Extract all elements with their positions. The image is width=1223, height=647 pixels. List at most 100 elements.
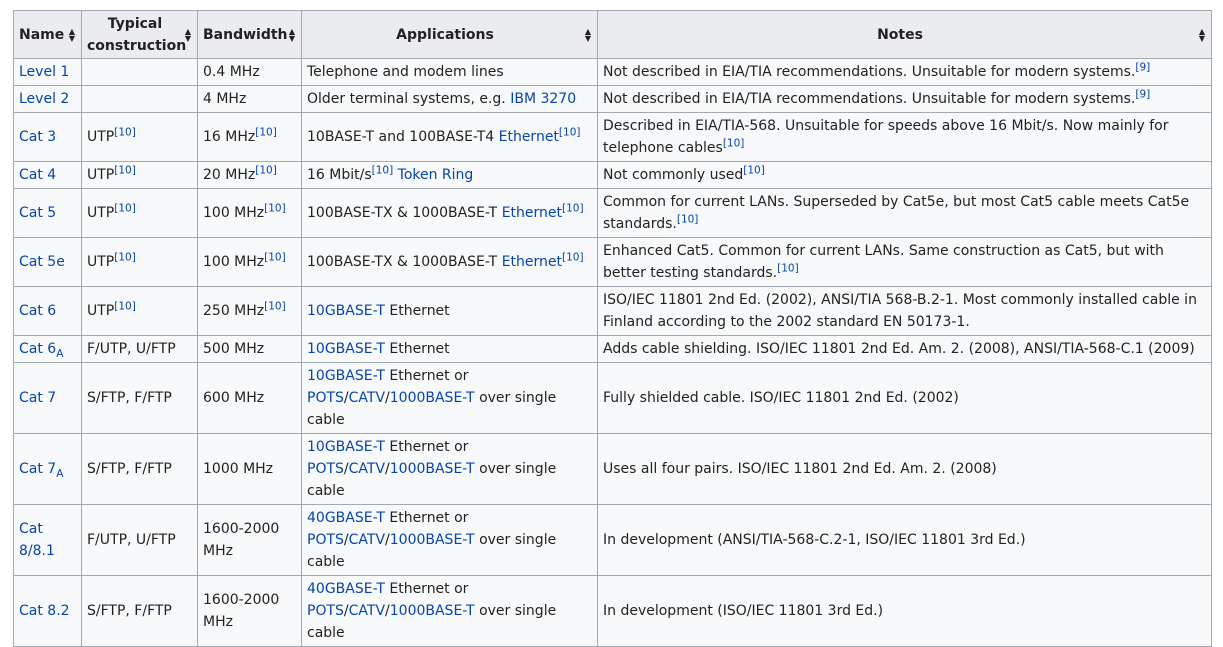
column-header-bandwidth[interactable]: Bandwidth ▲ ▼: [197, 10, 302, 59]
cell-link[interactable]: 1000BASE-T: [390, 603, 475, 619]
sort-arrows-icon[interactable]: ▲ ▼: [1199, 27, 1205, 42]
sort-arrows-icon[interactable]: ▲ ▼: [289, 27, 295, 42]
citation[interactable]: [10]: [372, 164, 394, 176]
cell-link[interactable]: Cat 6: [19, 341, 56, 357]
sort-arrows-icon[interactable]: ▲ ▼: [185, 27, 191, 42]
citation-link[interactable]: [9]: [1135, 88, 1150, 100]
citation-link[interactable]: [10]: [777, 262, 799, 274]
citation[interactable]: [10]: [723, 137, 745, 149]
citation[interactable]: [10]: [677, 213, 699, 225]
cell-link[interactable]: Cat 5: [19, 205, 56, 221]
cell-link[interactable]: 40GBASE-T: [307, 510, 385, 526]
citation[interactable]: [10]: [114, 126, 136, 138]
citation[interactable]: [9]: [1135, 88, 1150, 100]
citation-link[interactable]: [10]: [264, 251, 286, 263]
citation[interactable]: [10]: [264, 251, 286, 263]
cell-notes: In development (ANSI/TIA-568-C.2-1, ISO/…: [597, 504, 1212, 576]
citation[interactable]: [10]: [264, 300, 286, 312]
cell-link[interactable]: Cat 6: [19, 303, 56, 319]
citation-link[interactable]: [10]: [114, 251, 136, 263]
cell-link[interactable]: 1000BASE-T: [390, 532, 475, 548]
cell-link[interactable]: Level 2: [19, 91, 69, 107]
cell-link[interactable]: 1000BASE-T: [390, 390, 475, 406]
cell-link[interactable]: 10GBASE-T: [307, 341, 385, 357]
cell-applications: 10GBASE-T Ethernet: [301, 286, 598, 336]
cell-applications: Telephone and modem lines: [301, 58, 598, 86]
citation-link[interactable]: [10]: [562, 251, 584, 263]
cell-text: 1600-2000 MHz: [203, 521, 280, 559]
cell-link[interactable]: CATV: [349, 603, 385, 619]
cell-link[interactable]: Ethernet: [502, 205, 562, 221]
citation[interactable]: [10]: [255, 126, 277, 138]
citation[interactable]: [10]: [562, 202, 584, 214]
citation[interactable]: [10]: [562, 251, 584, 263]
cell-link[interactable]: 1000BASE-T: [390, 461, 475, 477]
cell-link[interactable]: 40GBASE-T: [307, 581, 385, 597]
cell-link[interactable]: A: [56, 468, 63, 480]
citation-link[interactable]: [10]: [114, 300, 136, 312]
citation[interactable]: [10]: [777, 262, 799, 274]
citation-link[interactable]: [10]: [723, 137, 745, 149]
cell-link[interactable]: 10GBASE-T: [307, 303, 385, 319]
cell-link[interactable]: Cat 8.2: [19, 603, 70, 619]
cell-link[interactable]: Cat 7: [19, 390, 56, 406]
cell-notes: ISO/IEC 11801 2nd Ed. (2002), ANSI/TIA 5…: [597, 286, 1212, 336]
cell-link[interactable]: Token Ring: [398, 167, 474, 183]
cell-link[interactable]: CATV: [349, 390, 385, 406]
cell-link[interactable]: Ethernet: [499, 129, 559, 145]
cell-link[interactable]: CATV: [349, 532, 385, 548]
citation[interactable]: [10]: [114, 251, 136, 263]
column-header-name[interactable]: Name ▲ ▼: [13, 10, 82, 59]
citation[interactable]: [10]: [255, 164, 277, 176]
citation-link[interactable]: [10]: [677, 213, 699, 225]
citation[interactable]: [10]: [743, 164, 765, 176]
cell-link[interactable]: IBM 3270: [510, 91, 576, 107]
citation-link[interactable]: [9]: [1135, 61, 1150, 73]
citation-link[interactable]: [10]: [114, 164, 136, 176]
citation-link[interactable]: [10]: [743, 164, 765, 176]
cell-text: 100BASE-TX & 1000BASE-T: [307, 254, 502, 270]
citation[interactable]: [10]: [264, 202, 286, 214]
cell-link[interactable]: Cat 8/8.1: [19, 521, 55, 559]
citation-link[interactable]: [10]: [264, 202, 286, 214]
citation-link[interactable]: [10]: [114, 202, 136, 214]
cell-link[interactable]: 10GBASE-T: [307, 368, 385, 384]
table-row: Cat 5 UTP[10] 100 MHz[10] 100BASE-TX & 1000…: [13, 188, 1212, 238]
citation[interactable]: [10]: [114, 164, 136, 176]
citation-link[interactable]: [10]: [562, 202, 584, 214]
cell-link[interactable]: POTS: [307, 532, 344, 548]
cell-link[interactable]: POTS: [307, 603, 344, 619]
citation-link[interactable]: [10]: [264, 300, 286, 312]
subscript[interactable]: A: [56, 468, 63, 480]
citation[interactable]: [9]: [1135, 61, 1150, 73]
column-header-notes[interactable]: Notes ▲ ▼: [597, 10, 1212, 59]
citation[interactable]: [10]: [114, 300, 136, 312]
cell-text: Ethernet: [384, 341, 450, 357]
column-header-construction[interactable]: Typical construction ▲ ▼: [81, 10, 198, 59]
cell-link[interactable]: Cat 3: [19, 129, 56, 145]
cell-link[interactable]: CATV: [349, 461, 385, 477]
cell-link[interactable]: Level 1: [19, 64, 69, 80]
citation-link[interactable]: [10]: [372, 164, 394, 176]
column-header-applications[interactable]: Applications ▲ ▼: [301, 10, 598, 59]
cell-construction: UTP[10]: [81, 161, 198, 189]
cell-link[interactable]: POTS: [307, 461, 344, 477]
citation-link[interactable]: [10]: [114, 126, 136, 138]
sort-arrows-icon[interactable]: ▲ ▼: [585, 27, 591, 42]
cell-link[interactable]: Cat 7: [19, 461, 56, 477]
cell-link[interactable]: Cat 4: [19, 167, 56, 183]
subscript[interactable]: A: [56, 348, 63, 360]
cell-bandwidth: 4 MHz: [197, 85, 302, 113]
citation[interactable]: [10]: [114, 202, 136, 214]
sort-arrows-icon[interactable]: ▲ ▼: [69, 27, 75, 42]
cell-link[interactable]: POTS: [307, 390, 344, 406]
cell-text: 100 MHz: [203, 254, 265, 270]
cell-link[interactable]: Ethernet: [502, 254, 562, 270]
citation-link[interactable]: [10]: [255, 164, 277, 176]
citation-link[interactable]: [10]: [559, 126, 581, 138]
citation[interactable]: [10]: [559, 126, 581, 138]
cell-link[interactable]: Cat 5e: [19, 254, 65, 270]
cell-link[interactable]: 10GBASE-T: [307, 439, 385, 455]
cell-link[interactable]: A: [56, 348, 63, 360]
citation-link[interactable]: [10]: [255, 126, 277, 138]
